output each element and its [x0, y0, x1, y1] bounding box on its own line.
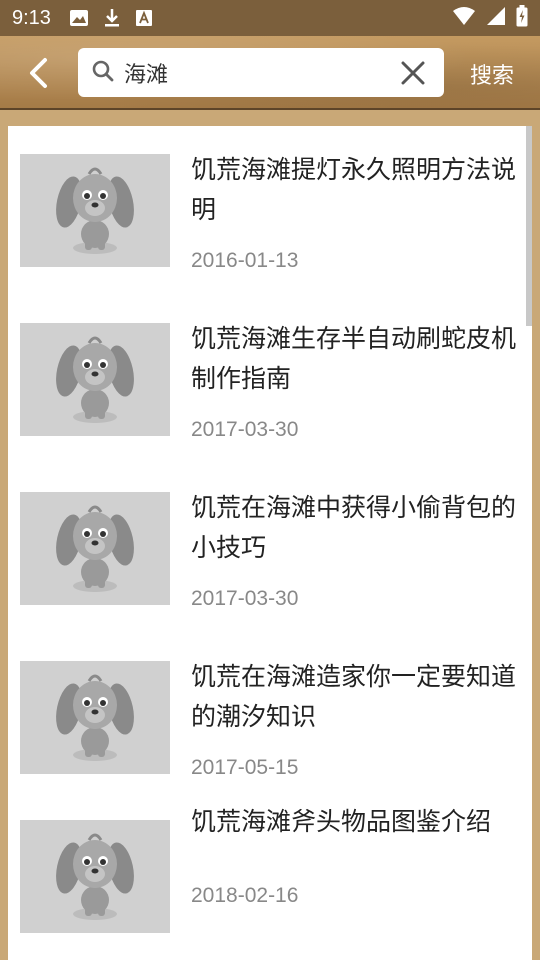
search-input[interactable] — [122, 59, 386, 86]
back-button[interactable] — [20, 54, 56, 92]
scrollbar[interactable] — [526, 126, 532, 326]
article-date: 2016-01-13 — [191, 249, 299, 272]
article-title: 饥荒海滩斧头物品图鉴介绍 — [191, 807, 492, 836]
article-date: 2017-03-30 — [191, 587, 299, 610]
wifi-icon — [452, 6, 476, 30]
placeholder-thumbnail — [20, 154, 170, 267]
article-title: 饥荒在海滩中获得小偷背包的小技巧 — [191, 493, 517, 562]
font-icon — [135, 9, 153, 27]
list-item[interactable]: 饥荒海滩生存半自动刷蛇皮机制作指南 2017-03-30 — [8, 295, 526, 465]
puppy-placeholder-icon — [56, 336, 134, 423]
placeholder-thumbnail — [20, 492, 170, 605]
puppy-placeholder-icon — [56, 674, 134, 761]
placeholder-thumbnail — [20, 323, 170, 436]
list-item[interactable]: 饥荒在海滩造家你一定要知道的潮汐知识 2017-05-15 — [8, 633, 526, 803]
status-bar: 9:13 — [0, 0, 540, 36]
article-date: 2018-02-16 — [191, 884, 299, 907]
list-item[interactable]: 饥荒海滩提灯永久照明方法说明 2016-01-13 — [8, 126, 526, 296]
image-icon — [69, 9, 89, 27]
search-icon — [92, 60, 114, 86]
signal-icon — [486, 6, 506, 30]
list-item[interactable]: 饥荒在海滩中获得小偷背包的小技巧 2017-03-30 — [8, 464, 526, 634]
close-icon — [401, 61, 425, 85]
puppy-placeholder-icon — [56, 167, 134, 254]
status-time: 9:13 — [12, 6, 51, 29]
clear-search-button[interactable] — [400, 60, 426, 86]
article-date: 2017-05-15 — [191, 756, 299, 779]
list-item[interactable]: 饥荒海滩斧头物品图鉴介绍 2018-02-16 — [8, 802, 526, 960]
article-title: 饥荒海滩生存半自动刷蛇皮机制作指南 — [191, 324, 517, 393]
puppy-placeholder-icon — [56, 833, 134, 920]
search-toolbar: 搜索 — [0, 36, 540, 110]
back-arrow-icon — [30, 58, 47, 88]
placeholder-thumbnail — [20, 661, 170, 774]
search-box[interactable] — [78, 48, 444, 97]
download-icon — [103, 8, 121, 28]
search-button[interactable]: 搜索 — [470, 58, 514, 90]
article-list[interactable]: 饥荒海滩提灯永久照明方法说明 2016-01-13 饥荒海滩生存半自动刷蛇皮机制… — [8, 126, 532, 960]
battery-icon — [516, 5, 528, 31]
puppy-placeholder-icon — [56, 505, 134, 592]
article-title: 饥荒在海滩造家你一定要知道的潮汐知识 — [191, 662, 517, 731]
article-date: 2017-03-30 — [191, 418, 299, 441]
placeholder-thumbnail — [20, 820, 170, 933]
article-title: 饥荒海滩提灯永久照明方法说明 — [191, 155, 517, 224]
